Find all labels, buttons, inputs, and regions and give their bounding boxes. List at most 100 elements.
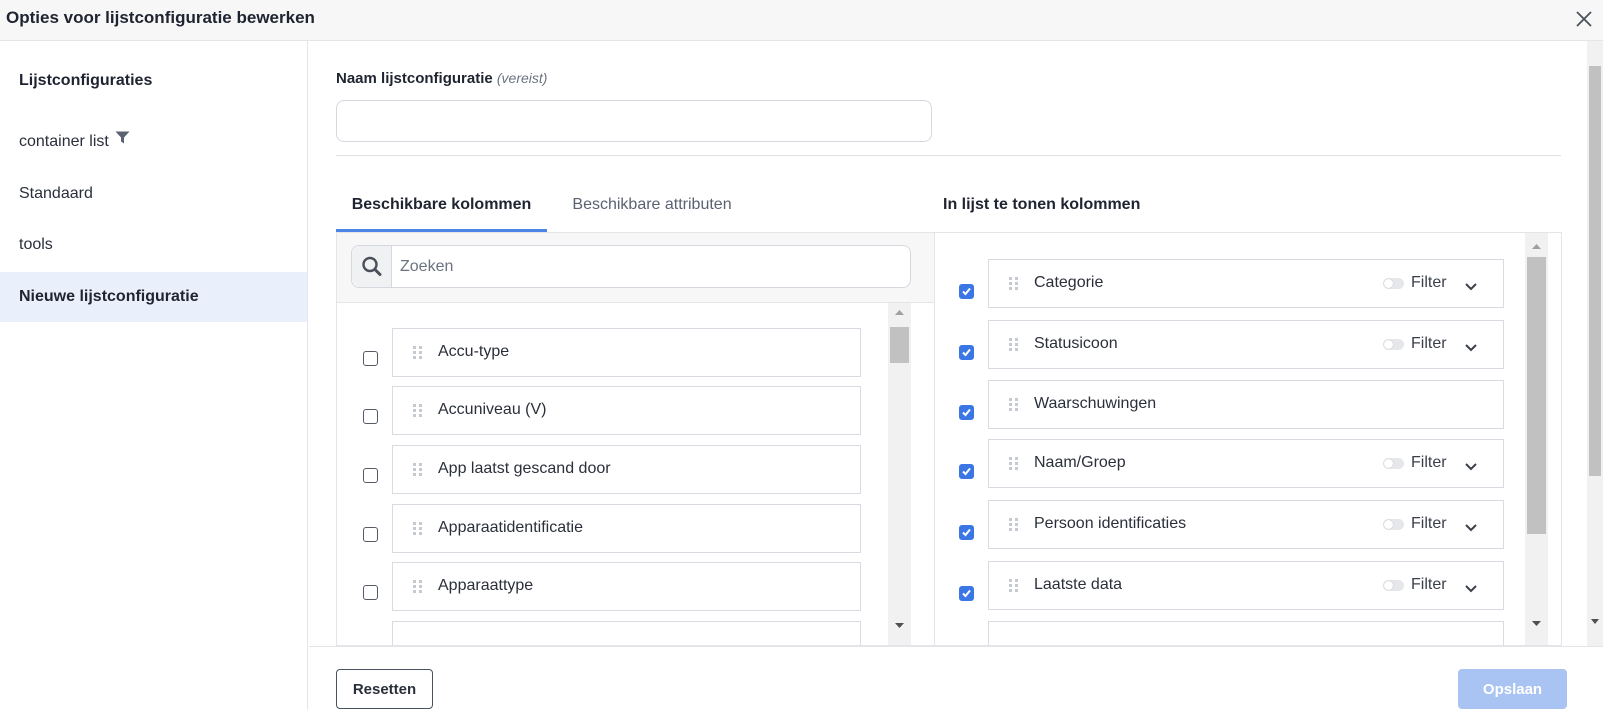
dialog-footer: Resetten Opslaan	[309, 646, 1603, 710]
column-checkbox[interactable]	[959, 345, 974, 360]
list-item[interactable]: Persoon identificaties Filter	[988, 500, 1504, 549]
list-item[interactable]: Apparaatidentificatie	[392, 504, 861, 553]
list-item[interactable]: Apparaattype	[392, 562, 861, 611]
sidebar-item-tools[interactable]: tools	[0, 220, 307, 270]
column-checkbox[interactable]	[959, 284, 974, 299]
list-item[interactable]: Statusicoon Filter	[988, 320, 1504, 369]
search-icon	[352, 246, 392, 287]
filter-toggle[interactable]	[1383, 580, 1404, 591]
list-item-label: Naam/Groep	[1034, 454, 1126, 471]
tab-beschikbare-kolommen[interactable]: Beschikbare kolommen	[336, 187, 547, 232]
column-checkbox[interactable]	[959, 464, 974, 479]
list-item-label: Apparaatidentificatie	[438, 519, 583, 536]
sidebar: Lijstconfiguraties container list Standa…	[0, 41, 308, 710]
sidebar-item-label: tools	[19, 236, 53, 253]
shown-scrollbar[interactable]	[1525, 233, 1548, 645]
drag-handle-icon[interactable]	[1009, 457, 1019, 476]
column-checkbox[interactable]	[959, 405, 974, 420]
shown-columns-panel: Categorie Filter Statusicoon Filter Waarschu…	[934, 232, 1562, 646]
required-hint: (vereist)	[496, 70, 548, 86]
drag-handle-icon[interactable]	[413, 580, 423, 599]
shown-columns-heading: In lijst te tonen kolommen	[943, 196, 1141, 213]
chevron-down-icon[interactable]	[1465, 339, 1477, 357]
dialog-title: Opties voor lijstconfiguratie bewerken	[6, 8, 315, 27]
list-item[interactable]: Laatste data Filter	[988, 561, 1504, 610]
search-input[interactable]	[400, 246, 900, 287]
drag-handle-icon[interactable]	[413, 522, 423, 541]
scroll-thumb[interactable]	[890, 327, 909, 363]
drag-handle-icon[interactable]	[413, 463, 423, 482]
list-item-label: Categorie	[1034, 274, 1104, 291]
list-item[interactable]	[988, 621, 1504, 645]
drag-handle-icon[interactable]	[1009, 277, 1019, 296]
filter-toggle[interactable]	[1383, 519, 1404, 530]
available-columns-panel: Accu-type Accuniveau (V) App laatst gescan…	[336, 232, 934, 646]
drag-handle-icon[interactable]	[413, 346, 423, 365]
column-checkbox[interactable]	[363, 527, 378, 542]
list-item-label: Accu-type	[438, 343, 510, 360]
tab-beschikbare-attributen[interactable]: Beschikbare attributen	[547, 187, 757, 232]
list-item-label: Waarschuwingen	[1034, 395, 1157, 412]
search-bar	[337, 233, 934, 303]
save-button[interactable]: Opslaan	[1458, 669, 1567, 709]
list-item[interactable]: Waarschuwingen	[988, 380, 1504, 429]
filter-label: Filter	[1411, 274, 1447, 291]
filter-label: Filter	[1411, 335, 1447, 352]
chevron-down-icon[interactable]	[1465, 519, 1477, 537]
filter-funnel-icon	[115, 115, 130, 165]
list-item[interactable]	[392, 621, 861, 645]
column-checkbox[interactable]	[363, 351, 378, 366]
name-label-text: Naam lijstconfiguratie	[336, 70, 493, 87]
filter-label: Filter	[1411, 576, 1447, 593]
dialog-titlebar: Opties voor lijstconfiguratie bewerken	[0, 0, 1603, 41]
scroll-up-icon[interactable]	[1525, 239, 1548, 253]
list-item[interactable]: App laatst gescand door	[392, 445, 861, 494]
filter-label: Filter	[1411, 454, 1447, 471]
sidebar-item-nieuwe-lijstconfiguratie[interactable]: Nieuwe lijstconfiguratie	[0, 272, 307, 322]
scroll-down-icon[interactable]	[888, 619, 911, 633]
chevron-down-icon[interactable]	[1465, 580, 1477, 598]
list-item-label: Laatste data	[1034, 576, 1123, 593]
column-checkbox[interactable]	[363, 409, 378, 424]
divider	[336, 155, 1561, 156]
scroll-down-icon[interactable]	[1587, 615, 1603, 629]
list-item[interactable]: Accuniveau (V)	[392, 386, 861, 435]
list-item-label: Statusicoon	[1034, 335, 1118, 352]
chevron-down-icon[interactable]	[1465, 458, 1477, 476]
list-item-label: Persoon identificaties	[1034, 515, 1187, 532]
drag-handle-icon[interactable]	[413, 404, 423, 423]
list-item[interactable]: Accu-type	[392, 328, 861, 377]
reset-button[interactable]: Resetten	[336, 669, 433, 709]
column-checkbox[interactable]	[959, 525, 974, 540]
filter-toggle[interactable]	[1383, 458, 1404, 469]
filter-toggle[interactable]	[1383, 278, 1404, 289]
page-scrollbar[interactable]	[1587, 41, 1603, 646]
close-icon[interactable]	[1573, 8, 1595, 30]
page-scroll-thumb[interactable]	[1589, 66, 1601, 476]
sidebar-item-standaard[interactable]: Standaard	[0, 169, 307, 219]
drag-handle-icon[interactable]	[1009, 398, 1019, 417]
sidebar-item-container-list[interactable]: container list	[0, 117, 307, 167]
main-content: Naam lijstconfiguratie (vereist) Beschik…	[309, 41, 1587, 646]
chevron-down-icon[interactable]	[1465, 278, 1477, 296]
column-checkbox[interactable]	[363, 468, 378, 483]
drag-handle-icon[interactable]	[1009, 579, 1019, 598]
available-scrollbar[interactable]	[888, 303, 911, 645]
name-field-label: Naam lijstconfiguratie (vereist)	[336, 70, 547, 87]
list-item-label: App laatst gescand door	[438, 460, 611, 477]
sidebar-item-label: container list	[19, 133, 109, 150]
sidebar-item-label: Standaard	[19, 185, 93, 202]
filter-toggle[interactable]	[1383, 339, 1404, 350]
scroll-thumb[interactable]	[1527, 257, 1546, 534]
name-field[interactable]	[336, 100, 932, 142]
column-checkbox[interactable]	[959, 586, 974, 601]
list-item-label: Apparaattype	[438, 577, 534, 594]
column-checkbox[interactable]	[363, 585, 378, 600]
scroll-up-icon[interactable]	[888, 305, 911, 319]
sidebar-heading: Lijstconfiguraties	[19, 72, 153, 89]
list-item[interactable]: Categorie Filter	[988, 259, 1504, 308]
scroll-down-icon[interactable]	[1525, 617, 1548, 631]
drag-handle-icon[interactable]	[1009, 518, 1019, 537]
drag-handle-icon[interactable]	[1009, 338, 1019, 357]
list-item[interactable]: Naam/Groep Filter	[988, 439, 1504, 488]
